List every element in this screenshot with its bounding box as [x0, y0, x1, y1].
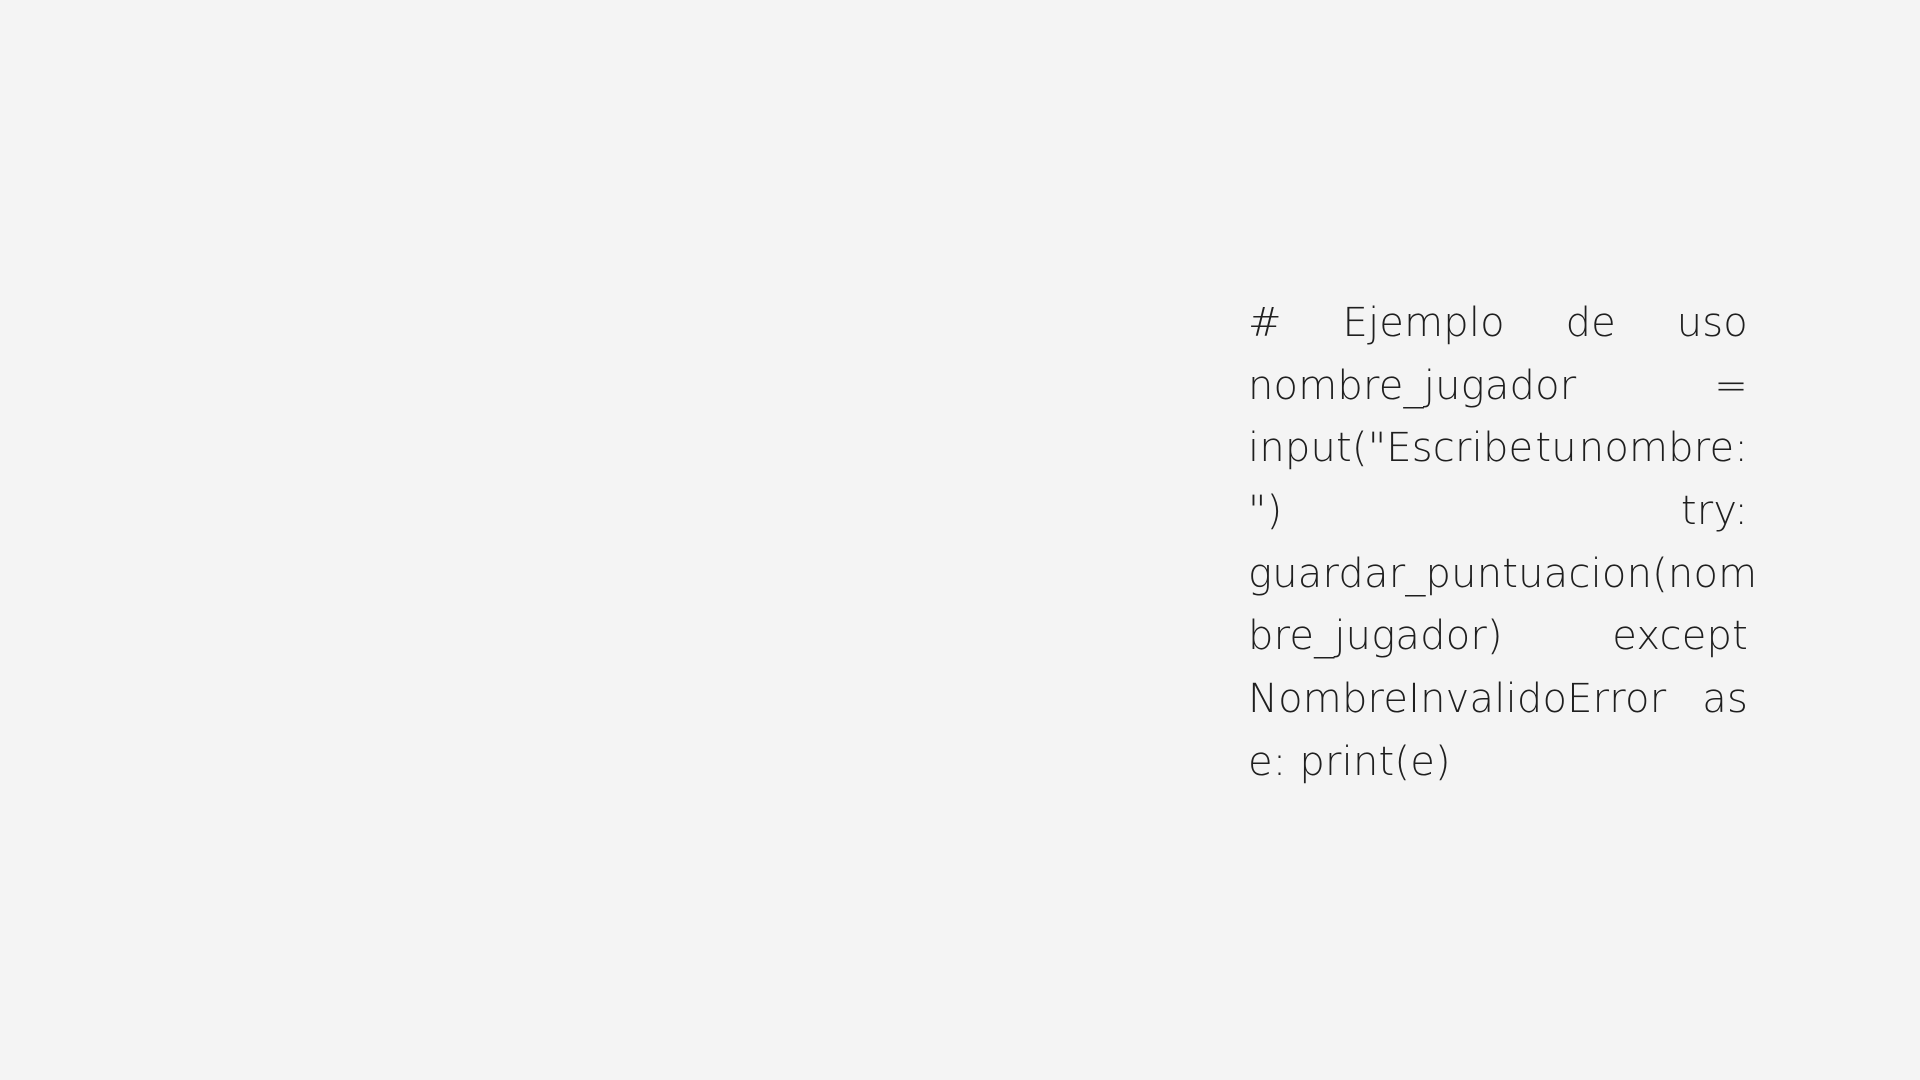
- code-token: tu: [1535, 425, 1577, 472]
- code-line: ") try:: [1248, 480, 1748, 543]
- code-token: nombre_jugador: [1248, 362, 1577, 409]
- code-line: # Ejemplo de uso: [1248, 292, 1748, 355]
- code-line: guardar_puntuacion(nom: [1248, 543, 1757, 606]
- code-token: NombreInvalidoError: [1248, 676, 1667, 723]
- code-token: input("Escribe: [1248, 425, 1534, 472]
- code-token: try:: [1680, 488, 1748, 535]
- code-snippet: # Ejemplo de uso nombre_jugador = input(…: [1248, 292, 1757, 794]
- code-token: except: [1612, 613, 1748, 660]
- code-token: bre_jugador): [1248, 613, 1503, 660]
- code-token: "): [1248, 488, 1283, 535]
- code-line: e: print(e): [1248, 731, 1748, 794]
- code-token: Ejemplo: [1342, 300, 1505, 346]
- code-token: nombre:: [1578, 425, 1748, 472]
- code-line: nombre_jugador =: [1248, 355, 1748, 418]
- code-token: =: [1714, 362, 1748, 409]
- code-token: guardar_puntuacion(nom: [1248, 550, 1758, 597]
- code-token: as: [1702, 676, 1748, 723]
- code-line: NombreInvalidoError as: [1248, 668, 1748, 731]
- code-line: input("Escribe tu nombre:: [1248, 417, 1748, 480]
- code-token: uso: [1676, 300, 1748, 346]
- code-token: e: print(e): [1248, 738, 1451, 785]
- code-line: bre_jugador) except: [1248, 605, 1748, 668]
- slide-canvas: # Ejemplo de uso nombre_jugador = input(…: [0, 0, 1920, 1080]
- code-token: #: [1248, 300, 1282, 346]
- code-token: de: [1565, 300, 1616, 346]
